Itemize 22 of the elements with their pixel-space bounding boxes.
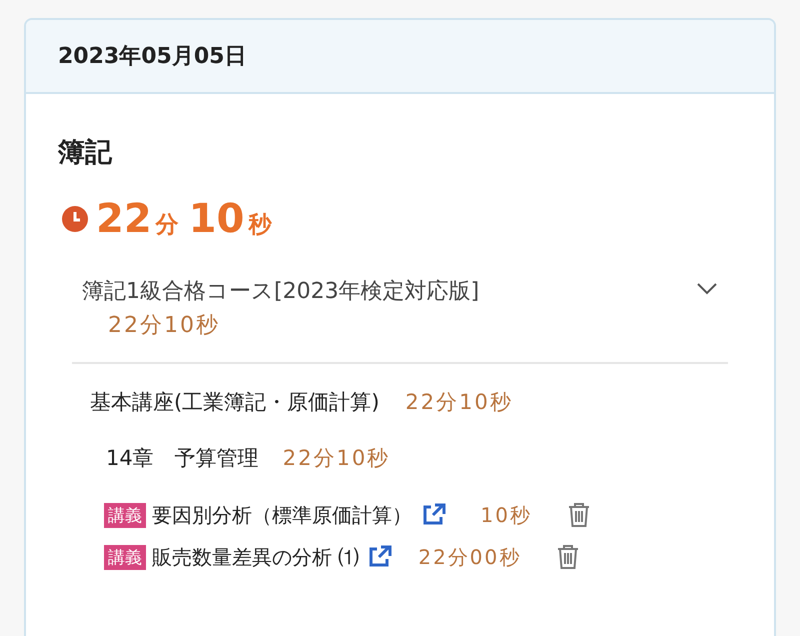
time-unit: 秒 [248, 211, 272, 240]
course-time: 22分10秒 [108, 312, 221, 340]
chevron-icon[interactable] [696, 282, 718, 296]
time-value: 22 [96, 196, 152, 242]
lecture-time: 10秒 [480, 502, 532, 528]
chapter-title: 14章 予算管理 [106, 445, 259, 472]
lecture-tag: 講義 [104, 544, 146, 570]
lecture-time: 22分00秒 [418, 544, 522, 570]
lecture-title: 要因別分析（標準原価計算） [152, 502, 412, 528]
clock-icon [62, 206, 88, 232]
section-title: 基本講座(工業簿記・原価計算) [90, 389, 380, 416]
section-time: 22分10秒 [405, 389, 513, 416]
time-value: 10 [188, 196, 244, 242]
course-title: 簿記1級合格コース[2023年検定対応版] [82, 278, 480, 306]
trash-icon[interactable] [557, 544, 580, 570]
lecture-title: 販売数量差異の分析 ⑴ [152, 544, 358, 570]
lecture-tag: 講義 [104, 502, 146, 528]
trash-icon[interactable] [568, 502, 590, 528]
date-header: 2023年05月05日 [26, 20, 774, 94]
subject-title: 簿記 [58, 136, 114, 170]
time-unit: 分 [156, 211, 179, 240]
chapter-time: 22分10秒 [282, 445, 390, 472]
